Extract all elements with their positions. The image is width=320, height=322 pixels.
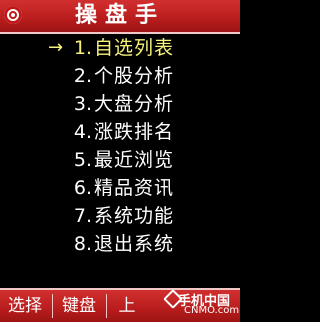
menu-item-label: 系统功能: [94, 205, 175, 227]
keyboard-softkey[interactable]: 键盘: [56, 292, 102, 320]
select-softkey[interactable]: 选择: [2, 292, 48, 320]
menu-item-number: 8.: [73, 233, 92, 255]
menu-item-label: 自选列表: [94, 37, 175, 59]
softkey-divider: [52, 294, 53, 318]
menu-item-5[interactable]: 5. 最近浏览: [0, 146, 240, 174]
menu-item-number: 7.: [73, 205, 92, 227]
watermark: 手机中国 CNMO.com: [163, 289, 240, 318]
menu-item-4[interactable]: 4. 涨跌排名: [0, 118, 240, 146]
menu-item-label: 大盘分析: [94, 93, 175, 115]
menu-item-8[interactable]: 8. 退出系统: [0, 230, 240, 258]
title-bar: 操盘手: [0, 0, 240, 34]
menu-item-label: 精品资讯: [94, 177, 175, 199]
watermark-url: CNMO.com: [184, 305, 240, 316]
menu-item-1[interactable]: → 1. 自选列表: [0, 34, 240, 62]
screen-title: 操盘手: [74, 3, 165, 28]
menu-item-2[interactable]: 2. 个股分析: [0, 62, 240, 90]
menu-item-number: 1.: [73, 37, 92, 59]
menu-item-number: 5.: [73, 149, 92, 171]
menu-item-3[interactable]: 3. 大盘分析: [0, 90, 240, 118]
softkey-divider: [106, 294, 107, 318]
menu-item-number: 6.: [73, 177, 92, 199]
menu-item-label: 涨跌排名: [94, 121, 175, 143]
menu-item-6[interactable]: 6. 精品资讯: [0, 174, 240, 202]
menu-item-7[interactable]: 7. 系统功能: [0, 202, 240, 230]
menu-item-number: 3.: [73, 93, 92, 115]
menu-item-number: 4.: [73, 121, 92, 143]
menu-item-label: 最近浏览: [94, 149, 175, 171]
up-softkey[interactable]: 上: [110, 292, 144, 320]
menu-item-label: 个股分析: [94, 65, 175, 87]
menu-item-label: 退出系统: [94, 233, 175, 255]
menu-item-number: 2.: [73, 65, 92, 87]
selection-arrow-icon: →: [48, 37, 64, 58]
